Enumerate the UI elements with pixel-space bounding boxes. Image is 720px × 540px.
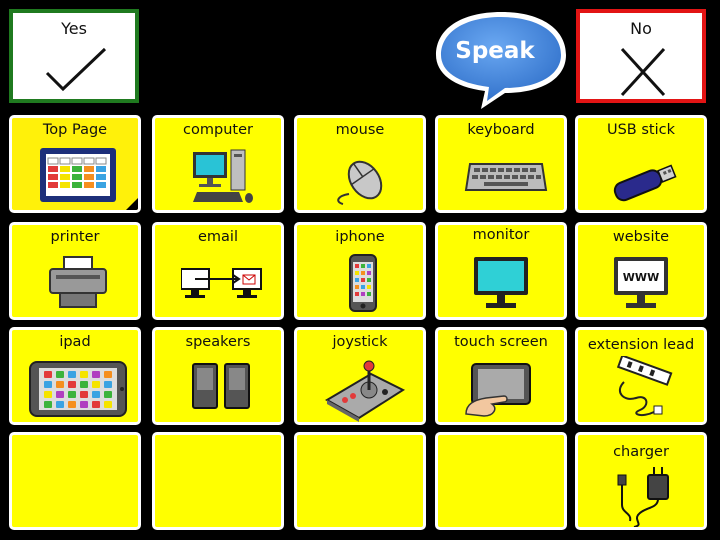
cell-iphone[interactable]: iphone	[294, 222, 426, 320]
cell-label: website	[612, 229, 670, 245]
joystick-icon	[324, 360, 406, 422]
cell-label: extension lead	[587, 337, 695, 353]
cell-monitor[interactable]: monitor	[435, 222, 567, 320]
touch-screen-icon	[465, 363, 531, 417]
no-label: No	[630, 19, 652, 38]
cell-label: mouse	[335, 122, 385, 138]
charger-icon	[617, 467, 669, 527]
usb-stick-icon	[613, 164, 677, 202]
cell-label: USB stick	[606, 122, 675, 138]
cell-empty-1[interactable]	[9, 432, 141, 530]
no-button[interactable]: No	[576, 9, 706, 103]
iphone-icon	[349, 254, 377, 312]
cell-extension-lead[interactable]: extension lead	[575, 327, 707, 425]
ipad-icon	[29, 361, 127, 417]
cell-empty-3[interactable]	[294, 432, 426, 530]
cell-printer[interactable]: printer	[9, 222, 141, 320]
cell-email[interactable]: email	[152, 222, 284, 320]
cell-label: computer	[183, 122, 253, 138]
website-icon: WWW	[614, 257, 668, 308]
cross-icon	[620, 47, 666, 97]
cell-label: iphone	[335, 229, 385, 245]
cell-mouse[interactable]: mouse	[294, 115, 426, 213]
grid-page-icon	[40, 148, 116, 202]
extension-lead-icon	[616, 356, 673, 417]
yes-label: Yes	[61, 19, 87, 38]
cell-charger[interactable]: charger	[575, 432, 707, 530]
monitor-icon	[474, 257, 528, 308]
cell-touch-screen[interactable]: touch screen	[435, 327, 567, 425]
cell-label: printer	[50, 229, 100, 245]
cell-ipad[interactable]: ipad	[9, 327, 141, 425]
cell-empty-2[interactable]	[152, 432, 284, 530]
mouse-icon	[337, 160, 383, 205]
cell-label: keyboard	[467, 122, 535, 138]
speak-label: Speak	[455, 38, 535, 64]
cell-top-page[interactable]: Top Page	[9, 115, 141, 213]
cell-joystick[interactable]: joystick	[294, 327, 426, 425]
page-fold-corner	[123, 195, 138, 210]
computer-icon	[193, 149, 253, 203]
checkmark-icon	[45, 47, 107, 92]
cell-label: ipad	[59, 334, 91, 350]
cell-label: touch screen	[454, 334, 548, 350]
cell-label: monitor	[472, 227, 530, 243]
cell-keyboard[interactable]: keyboard	[435, 115, 567, 213]
speakers-icon	[192, 363, 250, 409]
cell-speakers[interactable]: speakers	[152, 327, 284, 425]
email-icon	[181, 268, 262, 298]
cell-label: speakers	[185, 334, 251, 350]
yes-button[interactable]: Yes	[9, 9, 139, 103]
printer-icon	[49, 256, 107, 308]
cell-label: charger	[613, 444, 669, 460]
cell-usb-stick[interactable]: USB stick	[575, 115, 707, 213]
cell-empty-4[interactable]	[435, 432, 567, 530]
cell-computer[interactable]: computer	[152, 115, 284, 213]
cell-label: Top Page	[42, 122, 108, 138]
cell-label: email	[198, 229, 238, 245]
keyboard-icon	[464, 163, 548, 191]
cell-website[interactable]: website WWW	[575, 222, 707, 320]
cell-label: joystick	[332, 334, 388, 350]
website-www-text: WWW	[623, 271, 659, 284]
